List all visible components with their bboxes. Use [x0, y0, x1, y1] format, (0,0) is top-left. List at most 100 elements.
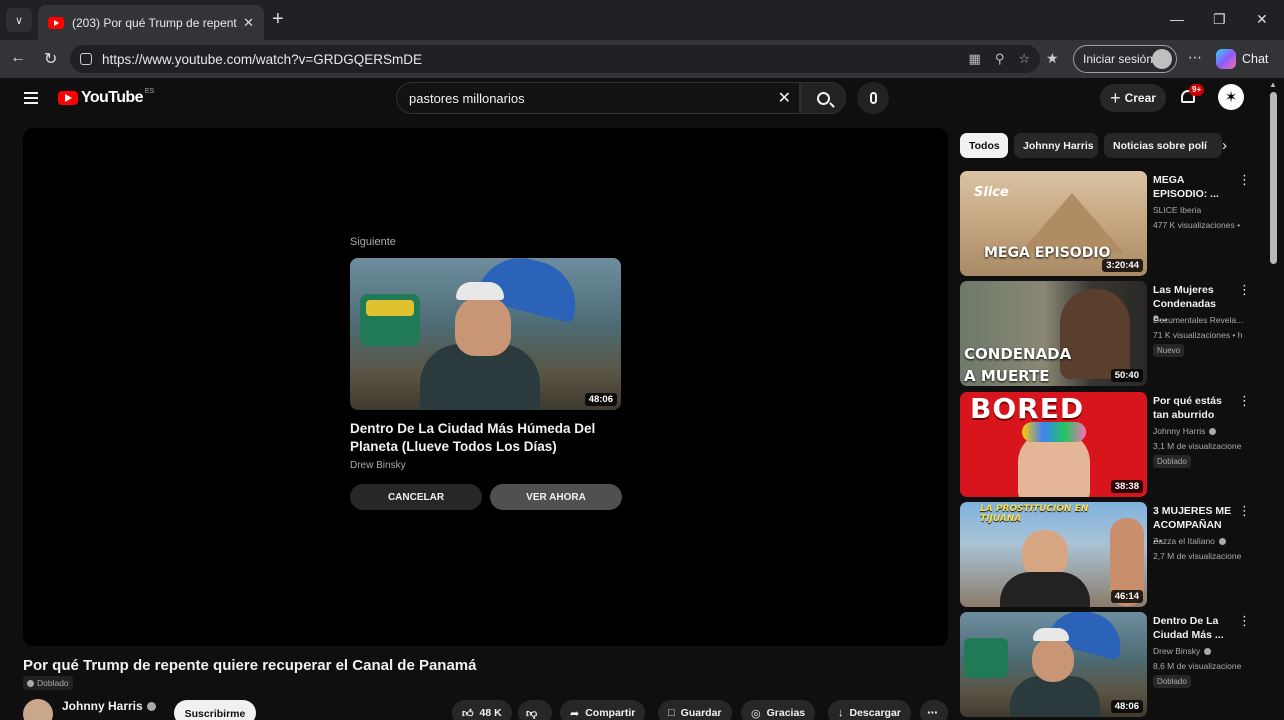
more-options-icon[interactable]: ⋯ — [1188, 49, 1203, 66]
thanks-button[interactable]: ◎ Gracias — [741, 700, 816, 720]
url-text[interactable]: https://www.youtube.com/watch?v=GRDGQERS… — [102, 52, 955, 67]
chip-todos[interactable]: Todos — [960, 133, 1008, 158]
rec-thumb-text: CONDENADA A MUERTE — [964, 345, 1072, 385]
rec-channel-text: Drew Binsky — [1153, 646, 1201, 656]
share-button[interactable]: ➦ Compartir — [560, 700, 646, 720]
account-avatar[interactable]: ✶ — [1218, 84, 1244, 110]
search-button[interactable] — [800, 82, 846, 114]
page-scrollbar[interactable]: ▲ — [1268, 80, 1278, 720]
scrollbar-thumb[interactable] — [1270, 92, 1277, 264]
rec-views: 8,6 M de visualizacione — [1153, 661, 1242, 671]
upnext-overlay: Siguiente 48:06 Dentro De La Ciudad Más … — [350, 236, 622, 510]
rec-title[interactable]: MEGA EPISODIO: ... — [1153, 173, 1233, 201]
logo-country: ES — [144, 87, 155, 95]
youtube-play-icon — [58, 91, 78, 105]
rec-title[interactable]: Dentro De La Ciudad Más ... — [1153, 614, 1233, 642]
rec-dubbed-badge: Doblado — [1153, 675, 1191, 688]
accessibility-figure-icon: ✶ — [1224, 89, 1238, 106]
youtube-logo[interactable]: YouTube ES — [58, 87, 155, 107]
channel-name[interactable]: Johnny Harris — [62, 699, 156, 713]
like-button[interactable]: 👍︎ 48 K — [452, 700, 512, 720]
download-icon: ↓ — [838, 707, 844, 719]
rec-title[interactable]: Por qué estás tan aburrido — [1153, 394, 1233, 422]
profile-avatar-icon — [1152, 49, 1172, 69]
reload-icon[interactable]: ↻ — [44, 49, 57, 69]
more-actions-button[interactable]: ⋯ — [920, 700, 948, 720]
channel-name-text: Johnny Harris — [62, 699, 143, 713]
dislike-button[interactable]: 👎︎ — [518, 700, 552, 720]
create-button[interactable]: + Crear — [1100, 84, 1166, 112]
rec-thumbnail[interactable]: CONDENADA A MUERTE 50:40 — [960, 281, 1147, 386]
chevron-right-icon[interactable]: › — [1222, 137, 1227, 154]
back-arrow-icon[interactable]: ← — [10, 49, 26, 67]
download-button[interactable]: ↓ Descargar — [828, 700, 911, 720]
chat-label: Chat — [1242, 52, 1269, 66]
rec-thumbnail[interactable]: LA PROSTITUCIÓN EN TIJUANA 46:14 — [960, 502, 1147, 607]
more-vertical-icon[interactable]: ⋮ — [1238, 614, 1251, 627]
scroll-up-icon[interactable]: ▲ — [1269, 80, 1277, 89]
site-info-icon[interactable] — [80, 53, 92, 65]
chip-johnny-harris[interactable]: Johnny Harris — [1014, 133, 1098, 158]
recommendation-item[interactable]: Slice MEGA EPISODIO 3:20:44 MEGA EPISODI… — [960, 171, 1251, 277]
notifications-button[interactable]: 9+ — [1180, 84, 1205, 106]
zoom-icon[interactable]: ⚲ — [995, 51, 1005, 67]
search-input[interactable]: pastores millonarios ✕ — [396, 82, 800, 114]
search-query[interactable]: pastores millonarios — [409, 91, 778, 106]
recommendation-item[interactable]: LA PROSTITUCIÓN EN TIJUANA 46:14 3 MUJER… — [960, 502, 1251, 608]
close-icon[interactable]: ✕ — [243, 15, 254, 31]
rec-channel-text: Zazza el Italiano — [1153, 536, 1215, 546]
recommendation-item[interactable]: BORED 38:38 Por qué estás tan aburrido J… — [960, 392, 1251, 498]
rec-duration: 50:40 — [1110, 369, 1143, 382]
like-count: 48 K — [479, 707, 502, 719]
upnext-title[interactable]: Dentro De La Ciudad Más Húmeda Del Plane… — [350, 420, 622, 456]
copilot-chat-button[interactable]: Chat — [1216, 46, 1268, 72]
rec-views: 477 K visualizaciones • — [1153, 220, 1241, 230]
download-label: Descargar — [849, 707, 901, 719]
upnext-thumbnail[interactable]: 48:06 — [350, 258, 621, 410]
related-chips: Todos Johnny Harris Noticias sobre polí — [960, 133, 1240, 159]
signin-button[interactable]: Iniciar sesión — [1073, 45, 1177, 73]
tab-title: (203) Por qué Trump de repente q — [72, 15, 238, 30]
thumbs-down-icon: 👎︎ — [526, 708, 538, 720]
bookmark-icon: □ — [668, 707, 675, 719]
menu-icon[interactable] — [24, 92, 38, 104]
favorites-icon[interactable]: ★ — [1046, 50, 1059, 67]
share-icon: ➦ — [570, 708, 580, 720]
signin-label: Iniciar sesión — [1083, 52, 1154, 66]
app-available-icon[interactable]: ▦ — [969, 51, 981, 67]
thumb-cap — [456, 282, 504, 300]
more-vertical-icon[interactable]: ⋮ — [1238, 394, 1251, 407]
verified-icon — [1204, 648, 1212, 656]
new-tab-icon[interactable]: + — [272, 9, 284, 29]
window-close-icon[interactable]: ✕ — [1256, 11, 1268, 28]
more-vertical-icon[interactable]: ⋮ — [1238, 283, 1251, 296]
search-icon — [816, 91, 830, 105]
video-player[interactable]: Siguiente 48:06 Dentro De La Ciudad Más … — [23, 128, 948, 646]
voice-search-button[interactable] — [857, 82, 889, 114]
rec-thumbnail[interactable]: 48:06 — [960, 612, 1147, 717]
restore-icon[interactable]: ❐ — [1213, 11, 1226, 28]
address-bar[interactable]: https://www.youtube.com/watch?v=GRDGQERS… — [70, 45, 1040, 73]
chip-noticias[interactable]: Noticias sobre polí — [1104, 133, 1222, 158]
favorite-star-icon[interactable]: ☆ — [1018, 51, 1030, 67]
upnext-label: Siguiente — [350, 236, 396, 248]
channel-avatar[interactable] — [23, 699, 53, 720]
browser-tab-active[interactable]: (203) Por qué Trump de repente q ✕ — [38, 5, 264, 40]
more-vertical-icon[interactable]: ⋮ — [1238, 504, 1251, 517]
thumb-face — [455, 296, 511, 356]
thanks-icon: ◎ — [751, 708, 761, 720]
cancel-button[interactable]: CANCELAR — [350, 484, 482, 510]
dubbed-badge: Doblado — [23, 676, 73, 690]
tab-list-button[interactable]: ∨ — [6, 8, 32, 32]
subscribe-button[interactable]: Suscribirme — [174, 700, 256, 720]
recommendation-item[interactable]: 48:06 Dentro De La Ciudad Más ... Drew B… — [960, 612, 1251, 718]
minimize-icon[interactable]: — — [1170, 11, 1184, 27]
more-vertical-icon[interactable]: ⋮ — [1238, 173, 1251, 186]
watch-now-button[interactable]: VER AHORA — [490, 484, 622, 510]
rec-channel: SLICE Iberia — [1153, 205, 1202, 215]
rec-thumbnail[interactable]: BORED 38:38 — [960, 392, 1147, 497]
clear-search-icon[interactable]: ✕ — [778, 88, 791, 108]
save-button[interactable]: □ Guardar — [658, 700, 732, 720]
recommendation-item[interactable]: CONDENADA A MUERTE 50:40 Las Mujeres Con… — [960, 281, 1251, 387]
rec-thumbnail[interactable]: Slice MEGA EPISODIO 3:20:44 — [960, 171, 1147, 276]
